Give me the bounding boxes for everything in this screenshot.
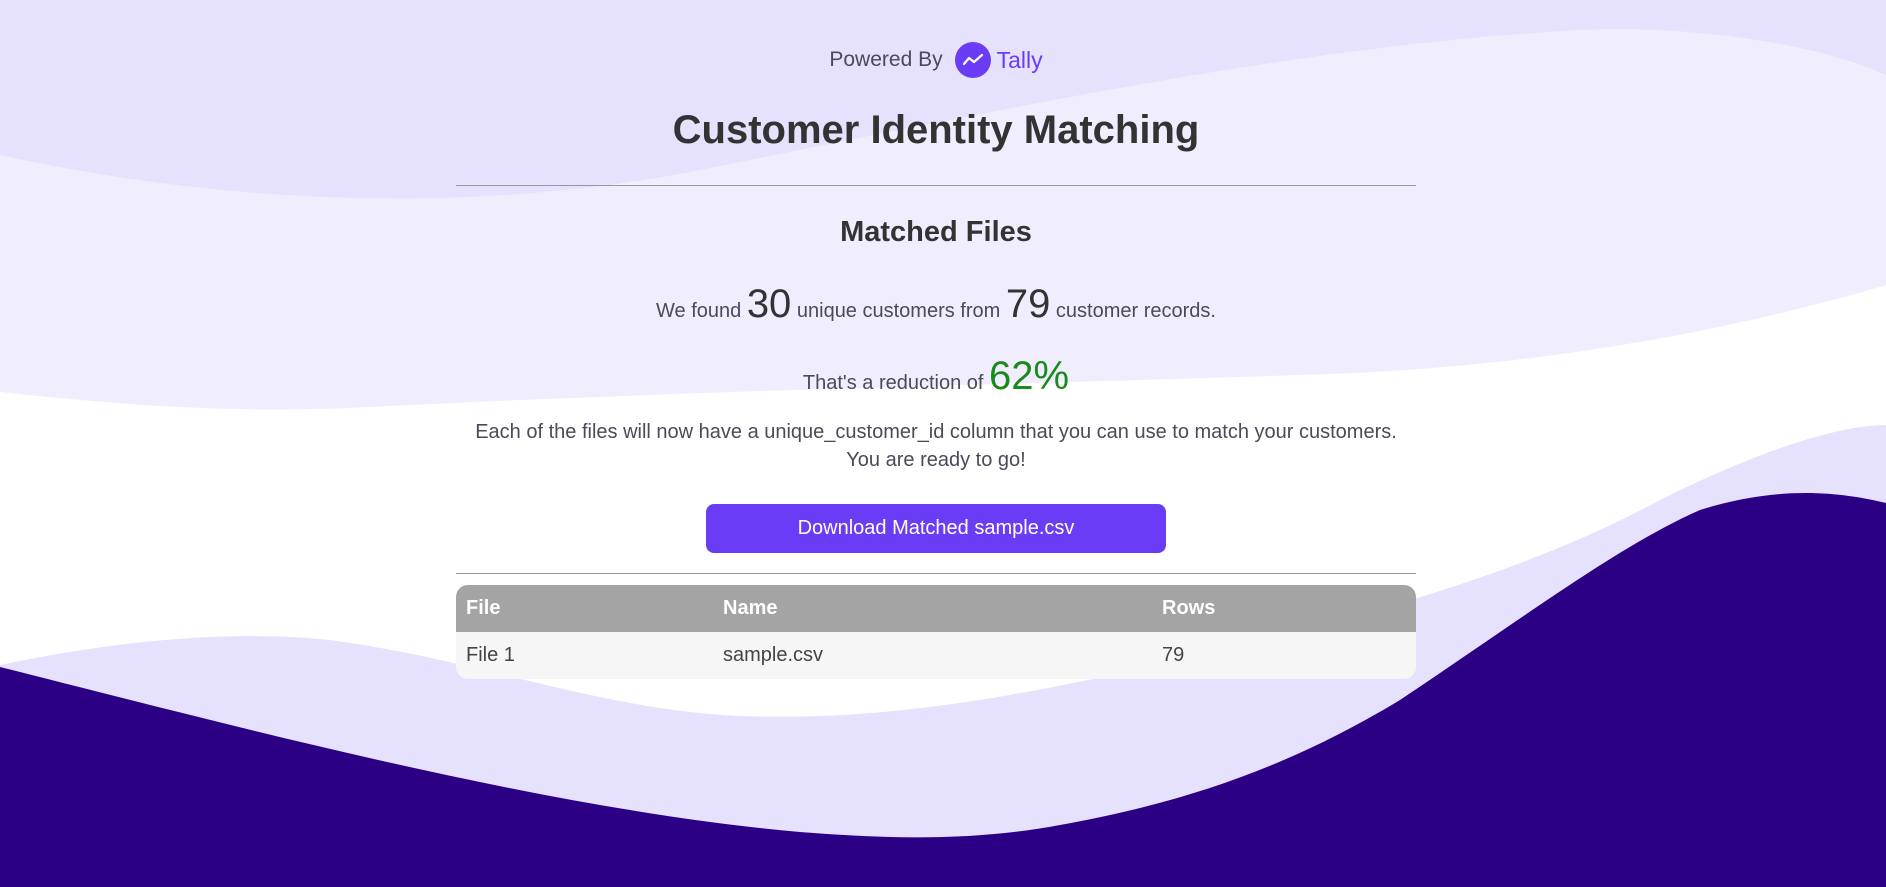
tally-logo-icon <box>954 42 991 78</box>
column-header-rows: Rows <box>1152 585 1416 632</box>
download-matched-button[interactable]: Download Matched sample.csv <box>706 504 1166 553</box>
description: Each of the files will now have a unique… <box>456 418 1416 474</box>
column-header-name: Name <box>713 585 1152 632</box>
found-summary: We found 30 unique customers from 79 cus… <box>456 278 1416 337</box>
found-suffix: customer records. <box>1055 300 1216 322</box>
column-header-file: File <box>456 585 713 632</box>
reduction-percent: 62% <box>989 354 1070 398</box>
table-header-row: File Name Rows <box>456 585 1416 632</box>
customer-records-count: 79 <box>1005 282 1051 326</box>
table-row: File 1 sample.csv 79 <box>456 632 1416 679</box>
cell-name: sample.csv <box>713 632 1152 679</box>
found-middle: unique customers from <box>796 300 1001 322</box>
files-table: File Name Rows File 1 sample.csv 79 <box>456 585 1416 679</box>
page-title: Customer Identity Matching <box>672 108 1200 152</box>
description-line-2: You are ready to go! <box>846 449 1026 471</box>
reduction-prefix: That's a reduction of <box>802 372 984 394</box>
cell-file: File 1 <box>456 632 713 679</box>
description-line-1: Each of the files will now have a unique… <box>475 421 1397 443</box>
top-divider <box>456 185 1416 186</box>
reduction-summary: That's a reduction of 62% <box>456 350 1416 409</box>
section-heading: Matched Files <box>840 216 1032 248</box>
unique-customers-count: 30 <box>746 282 792 326</box>
cell-rows: 79 <box>1152 632 1416 679</box>
found-prefix: We found <box>656 300 742 322</box>
powered-by: Powered By Tally <box>456 42 1416 78</box>
table-divider <box>456 573 1416 574</box>
brand-name: Tally <box>996 46 1043 73</box>
powered-by-label: Powered By <box>829 48 943 71</box>
